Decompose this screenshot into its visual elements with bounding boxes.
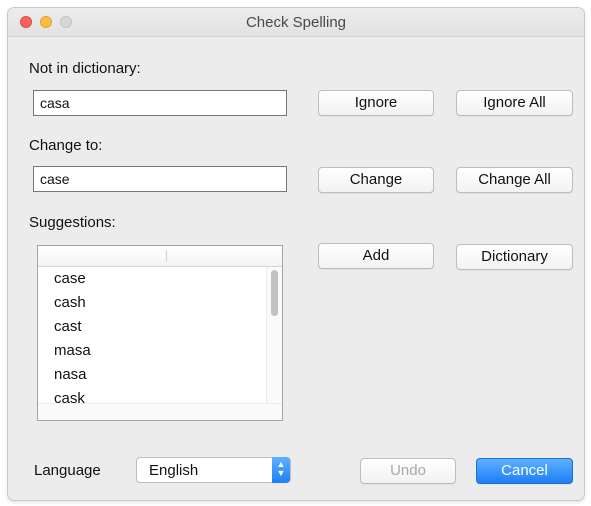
list-item[interactable]: case (38, 267, 266, 291)
undo-button[interactable]: Undo (360, 458, 456, 484)
list-item[interactable]: masa (38, 339, 266, 363)
change-button[interactable]: Change (318, 167, 434, 193)
column-separator (166, 250, 167, 262)
ignore-button[interactable]: Ignore (318, 90, 434, 116)
popup-arrows-icon: ▲ ▼ (272, 457, 290, 483)
check-spelling-window: Check Spelling Not in dictionary: casa I… (8, 8, 584, 500)
horizontal-scrollbar[interactable] (38, 403, 282, 420)
window-title: Check Spelling (245, 14, 347, 31)
change-to-label: Change to: (29, 137, 103, 154)
change-all-button[interactable]: Change All (456, 167, 573, 193)
add-button[interactable]: Add (318, 243, 434, 269)
suggestions-list[interactable]: case cash cast masa nasa cask (37, 245, 283, 421)
vertical-scrollbar[interactable] (266, 267, 282, 405)
list-item[interactable]: nasa (38, 363, 266, 387)
language-select[interactable]: English ▲ ▼ (136, 457, 291, 483)
list-item[interactable]: cask (38, 387, 266, 403)
list-column-header (38, 246, 282, 267)
list-item[interactable]: cash (38, 291, 266, 315)
suggestions-label: Suggestions: (29, 214, 116, 231)
not-in-dictionary-label: Not in dictionary: (29, 60, 141, 77)
list-item[interactable]: cast (38, 315, 266, 339)
title-bar[interactable]: Check Spelling (8, 8, 584, 37)
dictionary-button[interactable]: Dictionary (456, 244, 573, 270)
cancel-button[interactable]: Cancel (476, 458, 573, 484)
suggestions-items: case cash cast masa nasa cask (38, 267, 266, 403)
replacement-field[interactable]: case (33, 166, 287, 192)
ignore-all-button[interactable]: Ignore All (456, 90, 573, 116)
language-label: Language (34, 462, 101, 479)
misspelled-word-field[interactable]: casa (33, 90, 287, 116)
language-select-value: English (149, 462, 199, 479)
scrollbar-thumb[interactable] (271, 270, 278, 316)
